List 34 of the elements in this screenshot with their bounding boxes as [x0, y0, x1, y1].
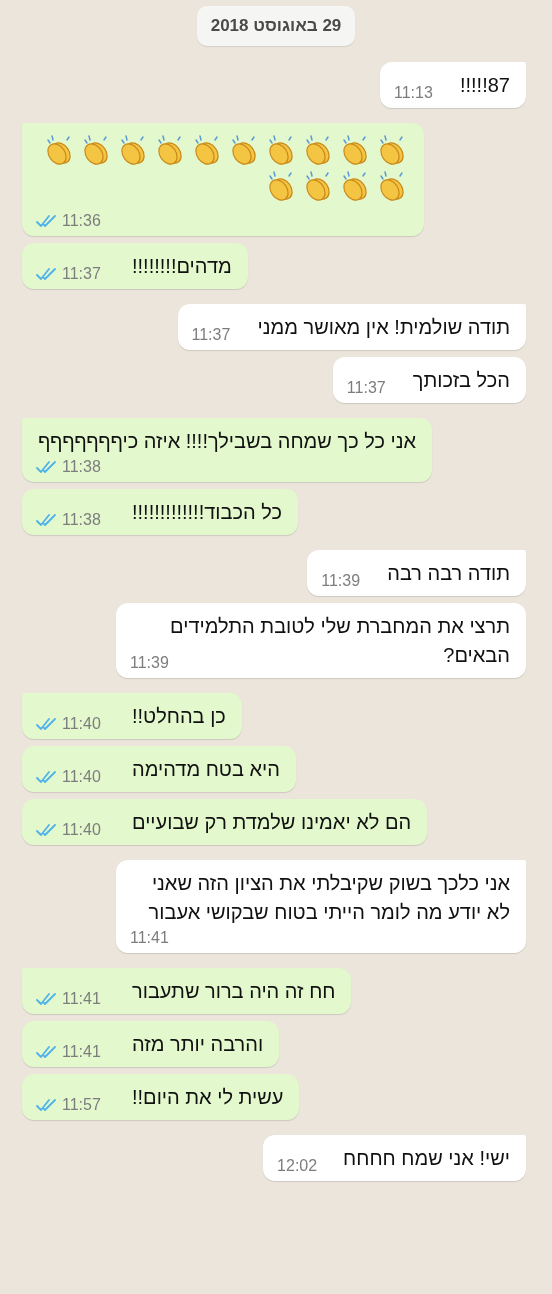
message-time: 11:57 — [62, 1096, 101, 1114]
message-time: 11:13 — [393, 84, 433, 102]
message-text: תרצי את המחברת שלי לטובת התלמידים הבאים? — [170, 615, 510, 666]
message-time: 11:38 — [62, 511, 101, 529]
message-time: 11:40 — [62, 768, 101, 786]
message-text: תודה שולמית! אין מאושר ממני — [257, 316, 510, 338]
message-time: 11:36 — [62, 212, 101, 230]
message-time: 11:41 — [62, 990, 101, 1008]
message-text: והרבה יותר מזה — [132, 1033, 264, 1055]
message-time: 12:02 — [277, 1157, 318, 1175]
message-time: 11:37 — [346, 379, 386, 397]
message-text: אני כל כך שמחה בשבילך!!!! איזה כיףףףףףףף — [38, 430, 416, 452]
message-text: מדהים!!!!!!!! — [132, 255, 232, 277]
message-time: 11:39 — [321, 572, 361, 590]
message-time: 11:38 — [62, 458, 101, 476]
message-text: כן בהחלט!! — [132, 705, 226, 727]
message-time: 11:37 — [62, 265, 101, 283]
message-time: 11:41 — [62, 1043, 101, 1061]
date-chip: 29 באוגוסט 2018 — [196, 6, 356, 46]
message-text: ישי! אני שמח חחחח — [343, 1147, 510, 1169]
message-text: 87!!!!! — [459, 74, 510, 96]
message-text: כל הכבוד!!!!!!!!!!!!! — [132, 501, 282, 523]
message-time: 11:41 — [130, 929, 169, 947]
message-text: היא בטח מדהימה — [132, 758, 280, 780]
message-time: 11:40 — [62, 715, 101, 733]
message-text: הם לא יאמינו שלמדת רק שבועיים — [132, 811, 412, 833]
message-text: חח זה היה ברור שתעבור — [132, 980, 336, 1002]
message-time: 11:39 — [130, 654, 169, 672]
message-time: 11:40 — [62, 821, 101, 839]
message-text: אני כלכך בשוק שקיבלתי את הציון הזה שאני לא יודע מה לומר הייתי בטוח שבקושי אעבור — [148, 872, 510, 923]
message-text: הכל בזכותך — [412, 369, 510, 391]
message-text: תודה רבה רבה — [387, 562, 510, 584]
message-time: 11:37 — [191, 326, 231, 344]
message-text: עשית לי את היום!! — [132, 1086, 284, 1108]
